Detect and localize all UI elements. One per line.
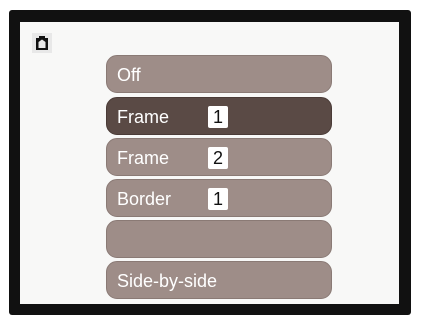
menu-item-frame-1-label: Frame xyxy=(117,107,170,128)
menu-item-off-label: Off xyxy=(117,65,141,86)
frame-1-number-badge: 1 xyxy=(208,106,228,128)
menu-item-border-1-label: Border xyxy=(117,189,172,210)
menu-item-off[interactable]: Off xyxy=(106,55,332,93)
camera-mode-icon xyxy=(32,33,52,53)
menu-item-empty[interactable] xyxy=(106,220,332,258)
menu-item-frame-2[interactable]: Frame 2 xyxy=(106,138,332,176)
menu-item-border-1[interactable]: Border 1 xyxy=(106,179,332,217)
menu-item-frame-1[interactable]: Frame 1 xyxy=(106,97,332,135)
menu-item-side-by-side-label: Side-by-side xyxy=(117,271,218,292)
menu-item-side-by-side[interactable]: Side-by-side xyxy=(106,261,332,299)
border-1-number-badge: 1 xyxy=(208,188,228,210)
frame-2-number-badge: 2 xyxy=(208,147,228,169)
menu-item-frame-2-label: Frame xyxy=(117,148,170,169)
